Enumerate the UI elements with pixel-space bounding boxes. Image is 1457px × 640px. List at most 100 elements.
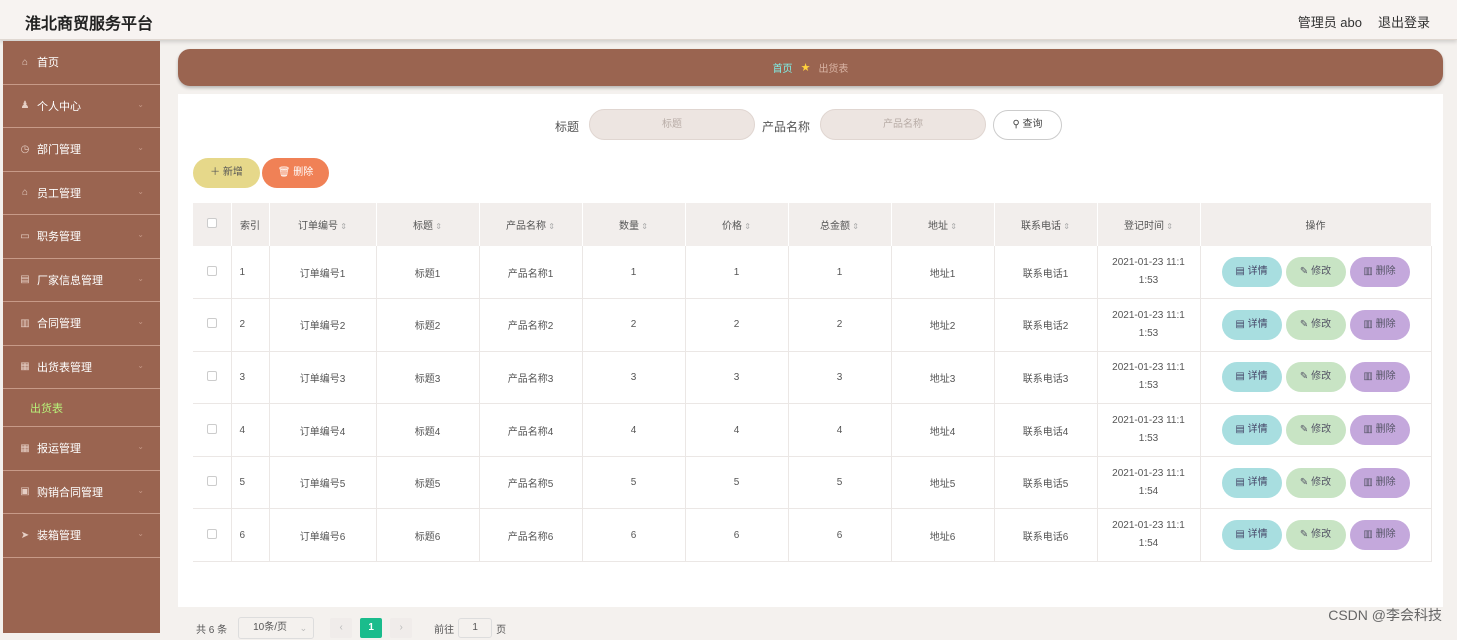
column-header[interactable]: 产品名称 ⇕ (479, 203, 583, 246)
sidebar-subitem-active[interactable]: 出货表 (3, 389, 160, 427)
sidebar-item-a7[interactable]: ▦ 出货表管理 ⌄ (3, 346, 160, 389)
chevron-down-icon: ⌄ (137, 99, 144, 109)
edit-button[interactable]: ✎ 修改 (1285, 415, 1346, 446)
row-index: 3 (231, 351, 270, 405)
grid-icon: ▦ (20, 361, 30, 373)
trash-icon: ▥ (1363, 476, 1376, 488)
edit-button[interactable]: ✎ 修改 (1285, 467, 1346, 498)
cell-title: 标题5 (376, 456, 480, 510)
column-header: 索引 (231, 203, 270, 246)
detail-button[interactable]: ▤ 详情 (1221, 309, 1282, 340)
cell-quantity: 5 (582, 456, 686, 510)
column-header[interactable]: 订单编号 ⇕ (269, 203, 377, 246)
cell-address: 地址5 (891, 456, 995, 510)
detail-button-label: 详情 (1247, 529, 1268, 541)
query-button[interactable]: ⚲ 查询 (993, 110, 1062, 140)
sidebar-item-label: 职务管理 (37, 231, 81, 244)
cell-price: 6 (685, 508, 789, 563)
page-button-current[interactable]: 1 (360, 618, 383, 638)
column-header[interactable]: 价格 ⇕ (685, 203, 789, 246)
breadcrumb-home-link[interactable]: 首页 (773, 60, 793, 75)
detail-button[interactable]: ▤ 详情 (1221, 257, 1282, 288)
cell-product: 产品名称5 (479, 456, 583, 510)
sort-icon: ⇕ (546, 222, 555, 231)
title-search-input[interactable]: 标题 (589, 109, 755, 140)
cell-product: 产品名称2 (479, 298, 583, 352)
trash-icon: ▥ (1363, 529, 1376, 541)
sidebar-item-a5[interactable]: ▤ 厂家信息管理 ⌄ (3, 259, 160, 302)
cell-address: 地址6 (891, 508, 995, 563)
edit-button[interactable]: ✎ 修改 (1285, 362, 1346, 393)
delete-button[interactable]: ▥ 删除 (1349, 309, 1410, 340)
delete-button-label: 删除 (1375, 529, 1396, 541)
cell-total: 1 (788, 246, 892, 300)
cell-price: 3 (685, 351, 789, 405)
sidebar-item-a4[interactable]: ▭ 职务管理 ⌄ (3, 215, 160, 259)
cell-total: 3 (788, 351, 892, 405)
delete-button[interactable]: ▥ 删除 (1349, 362, 1410, 393)
cell-title: 标题1 (376, 246, 480, 300)
sidebar-item-label: 部门管理 (37, 144, 81, 157)
sidebar-item-a2[interactable]: ◷ 部门管理 ⌄ (3, 128, 160, 172)
add-button[interactable]: ＋ 新增 (193, 158, 260, 188)
prev-page-button[interactable]: ‹ (330, 618, 353, 638)
product-search-input[interactable]: 产品名称 (820, 109, 986, 140)
column-header[interactable]: 登记时间 ⇕ (1097, 203, 1201, 246)
column-header[interactable]: 联系电话 ⇕ (994, 203, 1098, 246)
detail-button[interactable]: ▤ 详情 (1221, 520, 1282, 551)
row-checkbox[interactable] (193, 351, 232, 405)
edit-button[interactable]: ✎ 修改 (1285, 520, 1346, 551)
sidebar-item-label: 厂家信息管理 (37, 274, 103, 287)
detail-button[interactable]: ▤ 详情 (1221, 362, 1282, 393)
logout-link[interactable]: 退出登录 (1378, 12, 1430, 31)
row-checkbox[interactable] (193, 456, 232, 510)
column-header[interactable]: 地址 ⇕ (891, 203, 995, 246)
batch-delete-button[interactable]: 🗑 删除 (262, 158, 329, 188)
pencil-icon: ✎ (1299, 371, 1312, 383)
cell-actions: ▤ 详情 ✎ 修改 ▥ 删除 (1200, 246, 1432, 300)
delete-button[interactable]: ▥ 删除 (1349, 467, 1410, 498)
sidebar-item-a6[interactable]: ▥ 合同管理 ⌄ (3, 302, 160, 346)
sort-icon: ⇕ (639, 222, 648, 231)
search-bar: 标题 标题 产品名称 产品名称 ⚲ 查询 (178, 109, 1443, 141)
sidebar-item-label: 合同管理 (37, 318, 81, 331)
cell-price: 1 (685, 246, 789, 300)
cell-phone: 联系电话2 (994, 298, 1098, 352)
next-page-button[interactable]: › (390, 618, 413, 638)
page-size-select[interactable]: 10条/页 ⌄ (238, 617, 315, 639)
row-checkbox[interactable] (193, 403, 232, 457)
goto-page-input[interactable]: 1 (458, 618, 493, 638)
row-index: 4 (231, 403, 270, 457)
sidebar-item-a3[interactable]: ⌂ 员工管理 ⌄ (3, 172, 160, 215)
column-header[interactable]: 标题 ⇕ (376, 203, 480, 246)
sidebar-item-b2[interactable]: ➤ 装箱管理 ⌄ (3, 514, 160, 558)
delete-button[interactable]: ▥ 删除 (1349, 415, 1410, 446)
edit-button[interactable]: ✎ 修改 (1285, 257, 1346, 288)
edit-button[interactable]: ✎ 修改 (1285, 309, 1346, 340)
sidebar-item-b0[interactable]: ▦ 报运管理 ⌄ (3, 427, 160, 471)
detail-button[interactable]: ▤ 详情 (1221, 415, 1282, 446)
column-header[interactable]: 数量 ⇕ (582, 203, 686, 246)
sidebar-item-a0[interactable]: ⌂ 首页 (3, 41, 160, 85)
table-header-row: 索引 订单编号 ⇕ 标题 ⇕ 产品名称 ⇕ 数量 ⇕ 价格 ⇕ 总金额 ⇕ 地址 ⇕ 联系电话 … (193, 203, 1432, 246)
cell-actions: ▤ 详情 ✎ 修改 ▥ 删除 (1200, 508, 1432, 563)
row-checkbox[interactable] (193, 246, 232, 300)
send-icon: ➤ (20, 529, 30, 541)
column-header[interactable]: 总金额 ⇕ (788, 203, 892, 246)
detail-button[interactable]: ▤ 详情 (1221, 467, 1282, 498)
sidebar-item-a1[interactable]: ♟ 个人中心 ⌄ (3, 85, 160, 128)
edit-button-label: 修改 (1311, 424, 1332, 436)
column-header: 操作 (1200, 203, 1432, 246)
row-checkbox[interactable] (193, 508, 232, 563)
delete-button[interactable]: ▥ 删除 (1349, 257, 1410, 288)
cell-price: 4 (685, 403, 789, 457)
delete-button-label: 删除 (1375, 266, 1396, 278)
row-checkbox[interactable] (193, 298, 232, 352)
sort-icon: ⇕ (948, 222, 957, 231)
cell-phone: 联系电话6 (994, 508, 1098, 563)
delete-button[interactable]: ▥ 删除 (1349, 520, 1410, 551)
sidebar-item-b1[interactable]: ▣ 购销合同管理 ⌄ (3, 471, 160, 514)
sort-icon: ⇕ (1164, 222, 1173, 231)
select-all-checkbox[interactable] (193, 203, 232, 246)
pencil-icon: ✎ (1299, 424, 1312, 436)
